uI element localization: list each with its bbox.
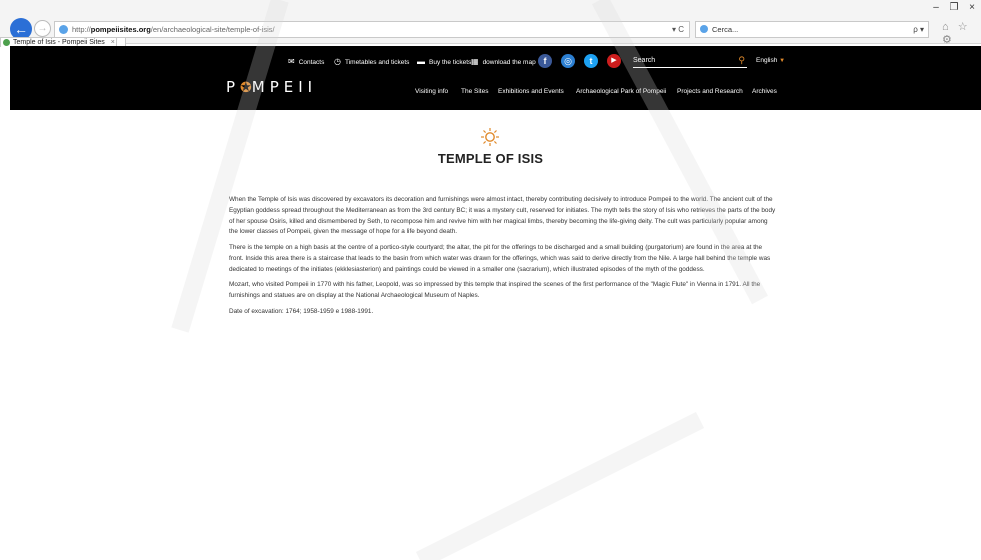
logo-text-right: MPEII (251, 78, 318, 96)
sun-emblem-icon (481, 128, 499, 146)
twitter-icon[interactable]: t (584, 54, 598, 68)
clock-icon: ◷ (334, 57, 341, 66)
minimize-icon[interactable]: – (927, 2, 945, 13)
contacts-link[interactable]: ✉ Contacts (288, 57, 324, 66)
nav-archaeological-park[interactable]: Archaeological Park of Pompeii (576, 88, 666, 95)
pompeii-logo[interactable]: P✪MPEII (226, 78, 317, 96)
site-search-input[interactable]: Search ⚲ (633, 55, 747, 68)
tab-close-icon[interactable]: × (111, 39, 115, 46)
buy-tickets-label: Buy the tickets (429, 59, 472, 66)
site-header: ✉ Contacts ◷ Timetables and tickets ▬ Buy t… (10, 46, 981, 110)
paragraph-2: There is the temple on a high basis at t… (229, 243, 771, 273)
logo-text-left: P (226, 78, 241, 96)
language-selector[interactable]: English ▼ (756, 57, 785, 64)
browser-chrome: ← → http://pompeiisites.org/en/archaeolo… (0, 0, 981, 47)
caret-down-icon: ▼ (779, 58, 786, 64)
timetables-link[interactable]: ◷ Timetables and tickets (334, 57, 409, 66)
facebook-icon[interactable]: f (538, 54, 552, 68)
close-window-icon[interactable]: × (963, 2, 981, 13)
arrow-right-icon[interactable]: → (34, 20, 51, 37)
paragraph-3: Mozart, who visited Pompeii in 1770 with… (229, 281, 761, 299)
maximize-icon[interactable]: ❐ (945, 2, 963, 13)
language-label: English (756, 57, 778, 64)
address-bar[interactable]: http://pompeiisites.org/en/archaeologica… (54, 21, 690, 38)
url-host: pompeiisites.org (90, 25, 151, 34)
nav-archives[interactable]: Archives (752, 88, 777, 95)
map-icon: ▦ (471, 57, 479, 66)
refresh-icon[interactable]: ▾ C (672, 22, 684, 37)
nav-exhibitions-events[interactable]: Exhibitions and Events (498, 88, 564, 95)
nav-the-sites[interactable]: The Sites (461, 88, 488, 95)
top-bar: ✉ Contacts ◷ Timetables and tickets ▬ Buy t… (10, 52, 981, 72)
favicon-icon (3, 39, 10, 46)
search-provider-icon (700, 25, 708, 33)
buy-tickets-link[interactable]: ▬ Buy the tickets (417, 57, 471, 66)
page-icon (59, 25, 68, 34)
youtube-icon[interactable]: ▶ (607, 54, 621, 68)
article-body: When the Temple of Isis was discovered b… (229, 195, 778, 322)
search-icon[interactable]: ρ ▾ (913, 22, 924, 37)
url-protocol: http:// (72, 25, 91, 34)
browser-search-placeholder: Cerca... (712, 25, 739, 34)
contacts-label: Contacts (298, 59, 325, 66)
envelope-icon: ✉ (288, 57, 295, 66)
tab-title: Temple of Isis - Pompeii Sites (13, 39, 105, 46)
sun-emblem-icon: ✪ (240, 80, 252, 96)
paragraph-4: Date of excavation: 1764; 1958-1959 e 19… (229, 307, 374, 315)
ticket-icon: ▬ (417, 57, 425, 66)
instagram-icon[interactable]: ◎ (561, 54, 575, 68)
timetables-label: Timetables and tickets (344, 59, 410, 66)
search-icon[interactable]: ⚲ (738, 54, 745, 66)
page-title: TEMPLE OF ISIS (437, 151, 544, 166)
paragraph-1: When the Temple of Isis was discovered b… (229, 196, 776, 236)
download-map-label: download the map (482, 59, 536, 66)
url-path: /en/archaeological-site/temple-of-isis/ (150, 25, 275, 34)
home-favorites-settings-icons[interactable]: ⌂ ☆ ⚙ (942, 20, 981, 46)
site-search-label: Search (633, 57, 656, 64)
browser-search-input[interactable]: Cerca... ρ ▾ (695, 21, 929, 38)
nav-visiting-info[interactable]: Visiting info (415, 88, 448, 95)
window-controls: – ❐ × (927, 2, 981, 13)
nav-projects-research[interactable]: Projects and Research (677, 88, 743, 95)
download-map-link[interactable]: ▦ download the map (471, 57, 536, 66)
